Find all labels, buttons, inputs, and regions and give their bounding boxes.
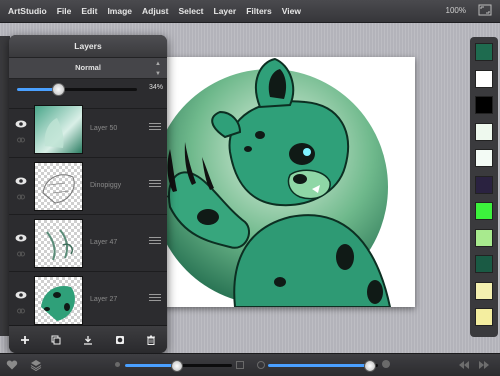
opacity-low-icon bbox=[257, 361, 265, 369]
layer-list[interactable]: Layer 50 Dinopiggy Layer 47 Layer 27 bbox=[9, 100, 167, 326]
opacity-value: 34% bbox=[148, 84, 163, 91]
color-swatch[interactable] bbox=[475, 281, 493, 300]
brush-opacity-knob[interactable] bbox=[364, 360, 377, 372]
color-swatch[interactable] bbox=[475, 228, 493, 247]
menu-bar: ArtStudio File Edit Image Adjust Select … bbox=[0, 0, 500, 23]
brush-size-fill bbox=[125, 364, 177, 367]
menu-adjust[interactable]: Adjust bbox=[137, 6, 173, 16]
opacity-high-icon bbox=[382, 360, 390, 368]
drag-handle-icon[interactable] bbox=[149, 180, 161, 188]
select-arrows-icon: ▲ ▼ bbox=[155, 61, 161, 77]
layer-thumbnail bbox=[34, 219, 83, 268]
drag-handle-icon[interactable] bbox=[149, 237, 161, 245]
add-layer-icon[interactable] bbox=[18, 333, 32, 347]
artwork bbox=[152, 57, 392, 307]
layer-row[interactable]: Layer 47 bbox=[9, 215, 167, 272]
color-swatch[interactable] bbox=[475, 69, 493, 88]
drag-handle-icon[interactable] bbox=[149, 123, 161, 131]
layer-thumbnail bbox=[34, 162, 83, 211]
visibility-eye-icon[interactable] bbox=[15, 234, 27, 242]
layer-opacity-control: 34% bbox=[9, 79, 167, 101]
heart-icon[interactable] bbox=[6, 359, 18, 371]
menu-view[interactable]: View bbox=[277, 6, 306, 16]
layer-name: Layer 27 bbox=[90, 296, 118, 303]
blend-mode-select[interactable]: Normal ▲ ▼ bbox=[9, 57, 167, 79]
color-swatches bbox=[470, 37, 498, 337]
color-swatch[interactable] bbox=[475, 43, 493, 61]
layers-panel: Layers Normal ▲ ▼ 34% Layer 50 Dinopiggy… bbox=[9, 35, 167, 353]
opacity-slider[interactable] bbox=[17, 83, 137, 96]
bottom-toolbar bbox=[0, 353, 500, 376]
link-icon[interactable] bbox=[17, 308, 25, 314]
color-swatch[interactable] bbox=[475, 149, 493, 167]
brush-opacity-slider[interactable] bbox=[268, 360, 378, 372]
layers-panel-footer bbox=[9, 325, 167, 353]
color-swatch[interactable] bbox=[475, 175, 493, 194]
duplicate-layer-icon[interactable] bbox=[49, 333, 63, 347]
brush-size-slider[interactable] bbox=[125, 360, 232, 372]
drawing-canvas[interactable] bbox=[140, 57, 415, 307]
delete-layer-icon[interactable] bbox=[144, 333, 158, 347]
color-swatch[interactable] bbox=[475, 96, 493, 114]
layer-row[interactable]: Layer 50 bbox=[9, 101, 167, 158]
layer-name: Layer 47 bbox=[90, 239, 118, 246]
color-swatch[interactable] bbox=[475, 255, 493, 273]
redo-icon[interactable] bbox=[478, 359, 490, 371]
menu-file[interactable]: File bbox=[52, 6, 77, 16]
menu-image[interactable]: Image bbox=[102, 6, 137, 16]
opacity-slider-knob[interactable] bbox=[51, 83, 65, 96]
link-icon[interactable] bbox=[17, 137, 25, 143]
brush-large-icon bbox=[236, 361, 244, 369]
menu-select[interactable]: Select bbox=[173, 6, 208, 16]
merge-down-icon[interactable] bbox=[81, 333, 95, 347]
layer-name: Layer 50 bbox=[90, 125, 118, 132]
menu-layer[interactable]: Layer bbox=[209, 6, 242, 16]
layer-thumbnail bbox=[34, 276, 83, 325]
color-swatch[interactable] bbox=[475, 308, 493, 326]
color-swatch[interactable] bbox=[475, 122, 493, 141]
link-icon[interactable] bbox=[17, 251, 25, 257]
visibility-eye-icon[interactable] bbox=[15, 291, 27, 299]
color-swatch[interactable] bbox=[475, 202, 493, 220]
menu-filters[interactable]: Filters bbox=[241, 6, 277, 16]
layer-name: Dinopiggy bbox=[90, 182, 122, 189]
layers-icon[interactable] bbox=[30, 359, 42, 371]
zoom-level: 100% bbox=[445, 6, 466, 15]
blend-mode-value: Normal bbox=[75, 63, 101, 72]
layer-row[interactable]: Dinopiggy bbox=[9, 158, 167, 215]
brush-size-knob[interactable] bbox=[171, 360, 184, 372]
layer-thumbnail bbox=[34, 105, 83, 154]
link-icon[interactable] bbox=[17, 194, 25, 200]
drag-handle-icon[interactable] bbox=[149, 294, 161, 302]
brush-small-icon bbox=[115, 362, 120, 367]
visibility-eye-icon[interactable] bbox=[15, 177, 27, 185]
menu-artstudio[interactable]: ArtStudio bbox=[0, 6, 52, 16]
menu-edit[interactable]: Edit bbox=[76, 6, 102, 16]
layer-row[interactable]: Layer 27 bbox=[9, 272, 167, 326]
fullscreen-icon[interactable] bbox=[478, 4, 492, 16]
layer-mask-icon[interactable] bbox=[113, 333, 127, 347]
undo-icon[interactable] bbox=[458, 359, 470, 371]
visibility-eye-icon[interactable] bbox=[15, 120, 27, 128]
brush-opacity-fill bbox=[268, 364, 370, 367]
layers-panel-title: Layers bbox=[9, 35, 167, 57]
